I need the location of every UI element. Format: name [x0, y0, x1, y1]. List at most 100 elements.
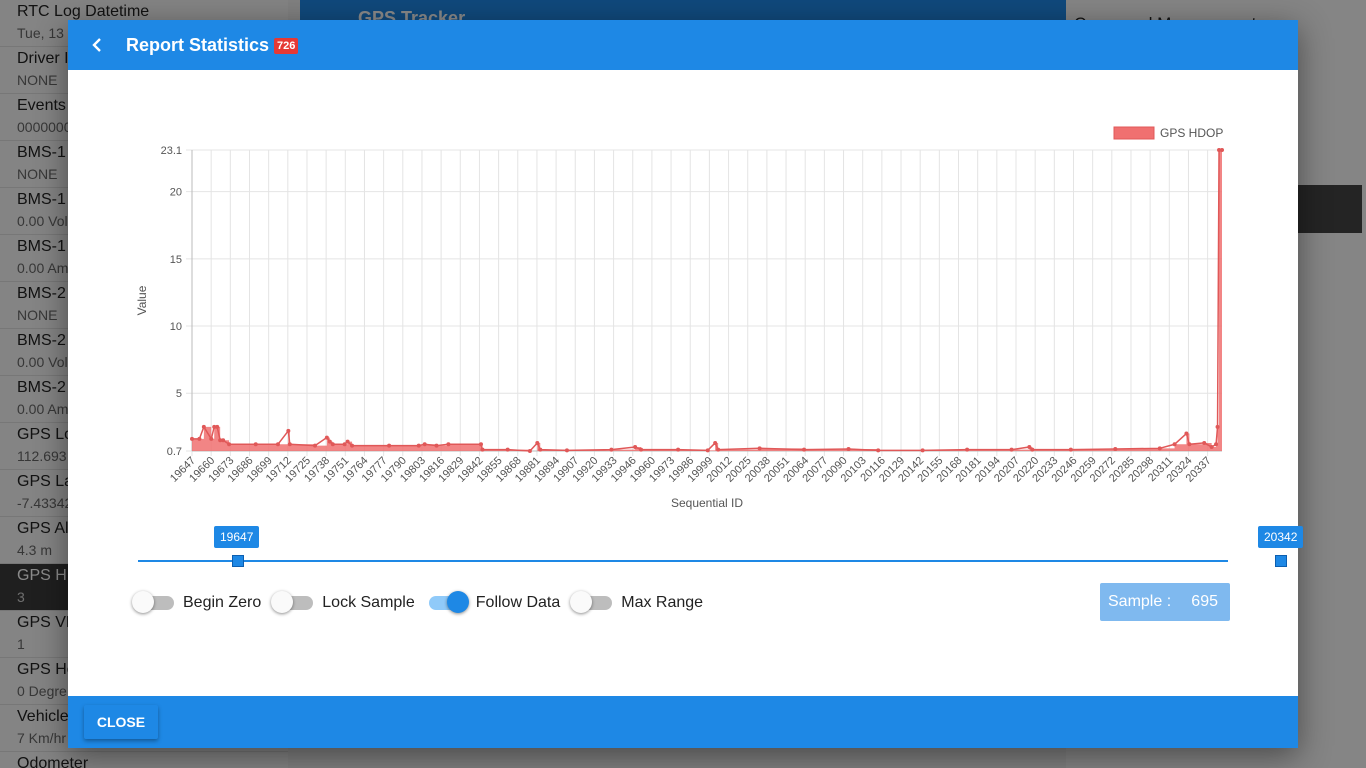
- data-point: [538, 447, 543, 452]
- slider-min-handle[interactable]: [232, 555, 244, 567]
- data-point: [480, 447, 485, 452]
- data-point: [434, 443, 439, 448]
- y-tick-label: 15: [170, 254, 182, 266]
- slider-min-label: 19647: [214, 526, 260, 548]
- y-tick-label: 5: [176, 388, 182, 400]
- data-point: [387, 443, 392, 448]
- data-point: [1030, 447, 1035, 452]
- data-point: [1209, 444, 1214, 449]
- close-button[interactable]: CLOSE: [84, 705, 158, 739]
- data-point: [313, 443, 318, 448]
- dialog-footer: CLOSE: [68, 696, 1298, 748]
- data-point: [190, 436, 194, 441]
- data-point: [253, 442, 258, 447]
- data-point: [713, 440, 718, 445]
- toggle-track[interactable]: [570, 591, 613, 613]
- data-point: [1214, 442, 1219, 447]
- sample-count-box: Sample : 695: [1100, 583, 1230, 621]
- data-point: [527, 449, 532, 453]
- toggle-knob[interactable]: [271, 591, 294, 613]
- hdop-line: [192, 149, 1222, 452]
- report-statistics-dialog: Report Statistics 726 19647 19660 19673 1968…: [68, 20, 1304, 748]
- data-point: [327, 439, 332, 444]
- data-point: [209, 436, 214, 441]
- data-point: [1113, 446, 1118, 451]
- data-point: [920, 448, 925, 453]
- range-slider[interactable]: 19647 20342: [138, 526, 1304, 572]
- x-axis-label: Sequential ID: [671, 496, 743, 510]
- legend-label: GPS HDOP: [1160, 126, 1223, 140]
- toggle-knob[interactable]: [132, 591, 154, 613]
- data-point: [446, 442, 451, 447]
- sample-label: Sample :: [1108, 593, 1172, 610]
- slider-max-label: 20342: [1258, 526, 1304, 548]
- data-point: [965, 447, 970, 452]
- data-point: [1157, 446, 1162, 451]
- data-point: [1220, 148, 1224, 152]
- data-point: [716, 447, 721, 452]
- data-point: [345, 439, 350, 444]
- data-point: [505, 447, 510, 452]
- follow-data-toggle[interactable]: Follow Data: [428, 591, 561, 613]
- chart-area: 19647 19660 19673 19686 19699 19712 19725 19738…: [68, 20, 1298, 525]
- slider-max-handle[interactable]: [1275, 555, 1287, 567]
- data-point: [705, 448, 710, 453]
- legend-swatch: [1113, 126, 1155, 140]
- toggle-track[interactable]: [271, 591, 314, 613]
- toggle-track[interactable]: [132, 591, 174, 613]
- toggle-label: Max Range: [621, 594, 704, 611]
- data-point: [287, 442, 292, 447]
- y-axis-label: Value: [135, 285, 149, 315]
- data-point: [330, 442, 335, 447]
- hdop-chart: 1964719660196731968619699197121972519738…: [135, 126, 1224, 510]
- data-point: [275, 442, 280, 447]
- data-point: [535, 440, 540, 445]
- data-point: [609, 447, 614, 452]
- chart-options: Begin Zero Lock Sample Follow Data Max R…: [132, 590, 717, 616]
- sample-value: 695: [1191, 593, 1218, 610]
- data-point: [227, 442, 232, 447]
- data-point: [422, 442, 427, 447]
- data-point: [1184, 431, 1189, 436]
- data-point: [416, 443, 421, 448]
- data-point: [221, 438, 226, 443]
- data-point: [876, 448, 881, 453]
- data-point: [802, 447, 807, 452]
- toggle-knob[interactable]: [446, 591, 469, 613]
- data-point: [350, 443, 355, 448]
- y-tick-label: 20: [170, 187, 182, 199]
- lock-sample-toggle[interactable]: Lock Sample: [271, 591, 415, 613]
- data-point: [1215, 424, 1220, 429]
- hdop-area: [192, 150, 1222, 451]
- data-point: [633, 444, 638, 449]
- data-point: [201, 424, 206, 429]
- toggle-label: Lock Sample: [322, 594, 415, 611]
- data-point: [1027, 444, 1032, 449]
- toggle-label: Follow Data: [475, 594, 561, 611]
- toggle-track[interactable]: [428, 591, 469, 613]
- data-point: [1172, 442, 1177, 447]
- toggle-knob[interactable]: [570, 591, 593, 613]
- data-point: [197, 436, 202, 441]
- data-point: [757, 446, 762, 451]
- data-point: [1009, 447, 1014, 452]
- max-range-toggle[interactable]: Max Range: [570, 591, 704, 613]
- y-tick-label: 23.1: [161, 145, 182, 157]
- data-point: [478, 442, 483, 447]
- toggle-label: Begin Zero: [183, 594, 262, 611]
- y-tick-label: 0.7: [167, 446, 182, 458]
- data-point: [639, 447, 644, 452]
- slider-track[interactable]: [138, 560, 1228, 562]
- data-point: [564, 448, 569, 453]
- y-tick-label: 10: [170, 321, 182, 333]
- data-point: [286, 428, 291, 433]
- data-point: [1202, 440, 1207, 445]
- data-point: [846, 446, 851, 451]
- data-point: [676, 447, 681, 452]
- data-point: [1068, 447, 1073, 452]
- data-point: [215, 424, 220, 429]
- data-point: [342, 442, 347, 447]
- data-point: [1187, 442, 1192, 447]
- data-point: [324, 435, 329, 440]
- begin-zero-toggle[interactable]: Begin Zero: [132, 591, 262, 613]
